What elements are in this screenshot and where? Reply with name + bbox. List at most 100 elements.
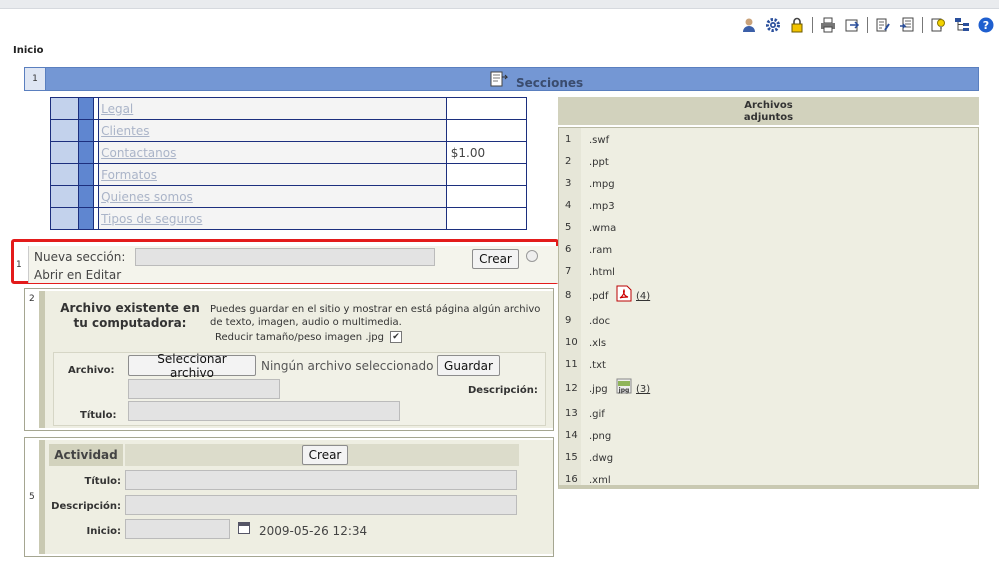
- print-icon[interactable]: [819, 16, 837, 34]
- table-row: Clientes: [49, 119, 528, 142]
- attachments-header: Archivos adjuntos: [558, 97, 979, 125]
- jpg-icon[interactable]: jpg: [616, 378, 632, 397]
- description-label: Descripción:: [468, 385, 538, 396]
- sections-number: 1: [25, 68, 46, 90]
- svg-text:?: ?: [983, 19, 989, 32]
- new-section-number: 1: [16, 260, 22, 270]
- edit-icon[interactable]: [874, 16, 892, 34]
- file-upload-title: Archivo existente en tu computadora:: [60, 301, 200, 330]
- section-link[interactable]: Clientes: [98, 119, 447, 142]
- attachment-count-link[interactable]: (4): [636, 291, 650, 302]
- list-item: 1 .swf: [565, 134, 610, 146]
- file-label: Archivo:: [68, 365, 115, 376]
- file-upload-panel: 2 Archivo existente en tu computadora: P…: [24, 288, 554, 431]
- attachment-ext: .mpg: [589, 179, 615, 190]
- section-value: $1.00: [445, 141, 528, 164]
- attachment-count-link[interactable]: (3): [636, 384, 650, 395]
- activity-date: 2009-05-26 12:34: [259, 524, 368, 538]
- activity-title-label: Título:: [84, 476, 121, 487]
- section-value: [445, 119, 528, 142]
- attachment-ext: .ram: [589, 245, 613, 256]
- sections-table: Legal Clientes Contactanos $1.00 Formato…: [49, 97, 528, 230]
- no-file-text: Ningún archivo seleccionado: [261, 359, 434, 373]
- panel-number: 5: [29, 492, 35, 502]
- attachment-ext: .pdf: [589, 291, 609, 302]
- attachments-title: Archivos adjuntos: [743, 100, 794, 123]
- list-item: 5 .wma: [565, 222, 617, 234]
- attachment-ext: .xml: [589, 475, 611, 486]
- list-item: 2 .ppt: [565, 156, 609, 168]
- idea-icon[interactable]: [929, 16, 947, 34]
- reduce-image-label: Reducir tamaño/peso imagen .jpg: [215, 331, 384, 343]
- activity-title-input[interactable]: [125, 470, 517, 490]
- document-edit-icon: [490, 71, 508, 87]
- title-input[interactable]: [128, 401, 400, 421]
- activity-start-label: Inicio:: [86, 526, 122, 537]
- section-value: [445, 163, 528, 186]
- table-row: Contactanos $1.00: [49, 141, 528, 164]
- section-link[interactable]: Quienes somos: [98, 185, 447, 208]
- notes-icon[interactable]: [898, 16, 916, 34]
- activity-start-input[interactable]: [125, 519, 230, 539]
- gear-icon[interactable]: [764, 16, 782, 34]
- open-editor-radio[interactable]: [526, 250, 538, 262]
- table-row: Formatos: [49, 163, 528, 186]
- list-item: 3 .mpg: [565, 178, 615, 190]
- toolbar: ?: [700, 14, 995, 36]
- section-value: [445, 97, 528, 120]
- lock-icon[interactable]: [788, 16, 806, 34]
- section-link[interactable]: Legal: [98, 97, 447, 120]
- attachment-ext: .jpg: [589, 384, 608, 395]
- breadcrumb[interactable]: Inicio: [13, 45, 44, 56]
- section-value: [445, 185, 528, 208]
- list-item: 4 .mp3: [565, 200, 615, 212]
- upload-box: Archivo: Seleccionar archivo Ningún arch…: [53, 352, 546, 426]
- toolbar-separator: [812, 17, 813, 33]
- top-band: [0, 0, 999, 9]
- activity-panel: 5 Actividad Crear Título: Descripción: I…: [24, 437, 554, 557]
- section-link[interactable]: Tipos de seguros: [98, 207, 447, 230]
- attachments-list: 1 .swf 2 .ppt 3 .mpg 4 .mp3 5 .wma 6 .ram 7 .ht…: [558, 127, 979, 489]
- help-icon[interactable]: ?: [977, 16, 995, 34]
- calendar-icon[interactable]: [238, 522, 250, 534]
- create-activity-button[interactable]: Crear: [302, 445, 348, 465]
- toolbar-separator: [867, 17, 868, 33]
- list-item: 10 .xls: [565, 337, 607, 349]
- attachment-ext: .txt: [589, 360, 606, 371]
- activity-description-input[interactable]: [125, 495, 517, 515]
- section-link[interactable]: Formatos: [98, 163, 447, 186]
- new-section-input[interactable]: [135, 248, 435, 266]
- reduce-image-row: Reducir tamaño/peso imagen .jpg ✔: [215, 331, 402, 343]
- sitemap-icon[interactable]: [953, 16, 971, 34]
- open-editor-label: Abrir en Editar: [34, 268, 122, 282]
- export-icon[interactable]: [843, 16, 861, 34]
- section-value: [445, 207, 528, 230]
- sections-title: Secciones: [516, 76, 584, 90]
- list-item: 13 .gif: [565, 408, 605, 420]
- panel-number: 2: [29, 294, 35, 304]
- save-button[interactable]: Guardar: [437, 355, 500, 376]
- section-link[interactable]: Contactanos: [98, 141, 447, 164]
- pdf-icon[interactable]: [616, 285, 632, 305]
- create-section-button[interactable]: Crear: [472, 249, 519, 269]
- select-file-button[interactable]: Seleccionar archivo: [128, 352, 256, 380]
- activity-header: Actividad: [49, 444, 123, 466]
- list-item: 15 .dwg: [565, 452, 614, 464]
- table-row: Quienes somos: [49, 185, 528, 208]
- new-section-highlight: 1 Nueva sección: Crear Abrir en Editar: [11, 239, 567, 284]
- attachment-ext: .gif: [589, 409, 605, 420]
- list-item: 6 .ram: [565, 244, 613, 256]
- new-section-form: Nueva sección: Crear Abrir en Editar: [28, 246, 567, 283]
- activity-header-bar: Crear: [125, 444, 519, 466]
- toolbar-separator: [922, 17, 923, 33]
- file-upload-description: Puedes guardar en el sitio y mostrar en …: [210, 304, 541, 328]
- user-icon[interactable]: [740, 16, 758, 34]
- svg-text:jpg: jpg: [618, 387, 630, 394]
- activity-description-label: Descripción:: [51, 501, 121, 512]
- description-input[interactable]: [128, 379, 280, 399]
- attachment-ext: .doc: [589, 316, 611, 327]
- table-row: Legal: [49, 97, 528, 120]
- list-item: 14 .png: [565, 430, 612, 442]
- title-label: Título:: [80, 410, 117, 421]
- reduce-image-checkbox[interactable]: ✔: [389, 331, 402, 343]
